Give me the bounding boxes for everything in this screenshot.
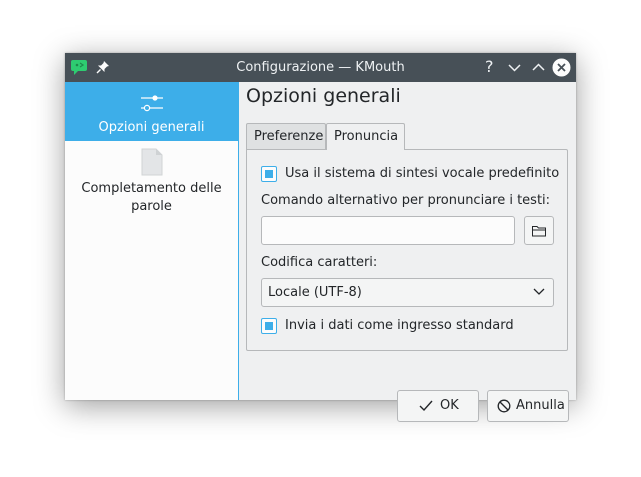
ok-button[interactable]: OK [397, 390, 479, 422]
sliders-icon [140, 95, 163, 112]
tab-preferenze[interactable]: Preferenze [246, 123, 326, 149]
browse-button[interactable] [524, 216, 554, 245]
alt-command-label: Comando alternativo per pronunciare i te… [261, 193, 551, 208]
close-icon[interactable] [552, 58, 571, 77]
document-icon [141, 148, 162, 176]
alt-command-input[interactable] [261, 216, 515, 245]
encoding-selected-value: Locale (UTF-8) [268, 285, 362, 300]
page-title: Opzioni generali [246, 85, 401, 107]
use-default-synth-checkbox[interactable] [261, 166, 277, 182]
stdin-label: Invia i dati come ingresso standard [285, 318, 514, 333]
sidebar-item-completamento[interactable]: Completamento delle parole [65, 148, 238, 216]
sidebar: Opzioni generali Completamento delle par… [65, 82, 239, 400]
stdin-checkbox[interactable] [261, 318, 277, 334]
settings-dialog: Configurazione — KMouth ? Opzioni genera… [65, 53, 576, 422]
encoding-select[interactable]: Locale (UTF-8) [261, 278, 554, 307]
check-icon [419, 400, 433, 412]
chevron-down-icon [533, 288, 545, 295]
folder-icon [532, 226, 546, 237]
ok-label: OK [440, 398, 459, 413]
tab-panel-pronuncia: Usa il sistema di sintesi vocale predefi… [246, 149, 568, 351]
title-bar[interactable]: Configurazione — KMouth ? [65, 53, 576, 82]
help-icon: ? [485, 57, 494, 76]
cancel-button[interactable]: Annulla [487, 390, 569, 422]
use-default-synth-label: Usa il sistema di sintesi vocale predefi… [285, 166, 560, 181]
sidebar-item-label: Completamento delle parole [81, 181, 222, 214]
encoding-label: Codifica caratteri: [261, 255, 378, 270]
maximize-icon[interactable] [529, 58, 548, 77]
help-button[interactable]: ? [480, 57, 499, 77]
minimize-icon[interactable] [505, 58, 524, 77]
sidebar-item-opzioni-generali[interactable]: Opzioni generali [65, 82, 238, 141]
sidebar-item-label: Opzioni generali [98, 120, 205, 135]
cancel-icon [497, 399, 511, 413]
cancel-label: Annulla [516, 398, 565, 413]
tab-pronuncia[interactable]: Pronuncia [326, 123, 405, 150]
content-area: Opzioni generali Preferenze Pronuncia Us… [239, 82, 576, 422]
window-title: Configurazione — KMouth [236, 60, 405, 75]
